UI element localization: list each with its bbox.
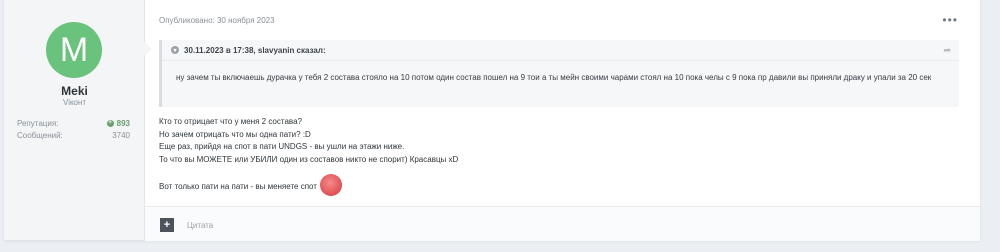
- message-line: Кто то отрицает что у меня 2 состава?: [159, 117, 302, 126]
- post-message: Кто то отрицает что у меня 2 состава? Но…: [159, 116, 959, 198]
- message-line: Но зачем отрицать что мы одна пати? :D: [159, 129, 311, 139]
- message-line: То что вы МОЖЕТЕ или УБИЛИ один из соста…: [159, 154, 459, 164]
- quote-header: ▾ 30.11.2023 в 17:38, slavyanin сказал: …: [162, 40, 959, 61]
- reputation-value: + 893: [106, 118, 130, 128]
- reputation-count: 893: [116, 118, 130, 128]
- avatar[interactable]: M: [46, 22, 102, 78]
- author-group: Viкoнт: [63, 98, 86, 107]
- quote-add-button[interactable]: +: [160, 218, 174, 232]
- quote-label[interactable]: Цитата: [187, 221, 213, 230]
- post-content: Опубликовано: 30 ноября 2023 ••• ▾ 30.11…: [145, 0, 980, 241]
- chevron-down-icon[interactable]: ▾: [171, 46, 179, 54]
- posts-count-row: Сообщений: 3740: [17, 129, 130, 141]
- message-last-line: Вот только пати на пати - вы меняете спо…: [159, 174, 959, 198]
- quote-citation[interactable]: 30.11.2023 в 17:38, slavyanin сказал:: [184, 46, 326, 55]
- message-line: Еще раз, прийдя на спот в пати UNDGS - в…: [159, 142, 405, 151]
- ellipsis-icon[interactable]: •••: [942, 13, 958, 27]
- posts-count-value: 3740: [112, 130, 130, 140]
- author-panel: M Meki Viкoнт Репутация: + 893 Сообщений…: [4, 0, 152, 240]
- reputation-label: Репутация:: [17, 118, 59, 128]
- author-name[interactable]: Meki: [4, 84, 145, 98]
- author-stats: Репутация: + 893 Сообщений: 3740: [17, 117, 130, 141]
- posts-count-label: Сообщений:: [17, 130, 63, 140]
- quote-block: ▾ 30.11.2023 в 17:38, slavyanin сказал: …: [159, 40, 959, 107]
- post-date[interactable]: Опубликовано: 30 ноября 2023: [159, 16, 275, 25]
- quote-text: ну зачем ты включаешь дурачка у тебя 2 с…: [176, 73, 932, 82]
- post-footer: + Цитата: [145, 206, 980, 241]
- share-arrow-icon[interactable]: ➦: [943, 45, 951, 56]
- pig-emoji-icon: [320, 174, 343, 196]
- reputation-plus-icon: +: [106, 119, 114, 127]
- forum-post: M Meki Viкoнт Репутация: + 893 Сообщений…: [4, 0, 980, 241]
- reputation-row: Репутация: + 893: [17, 117, 130, 129]
- message-line: Вот только пати на пати - вы меняете спо…: [159, 182, 317, 192]
